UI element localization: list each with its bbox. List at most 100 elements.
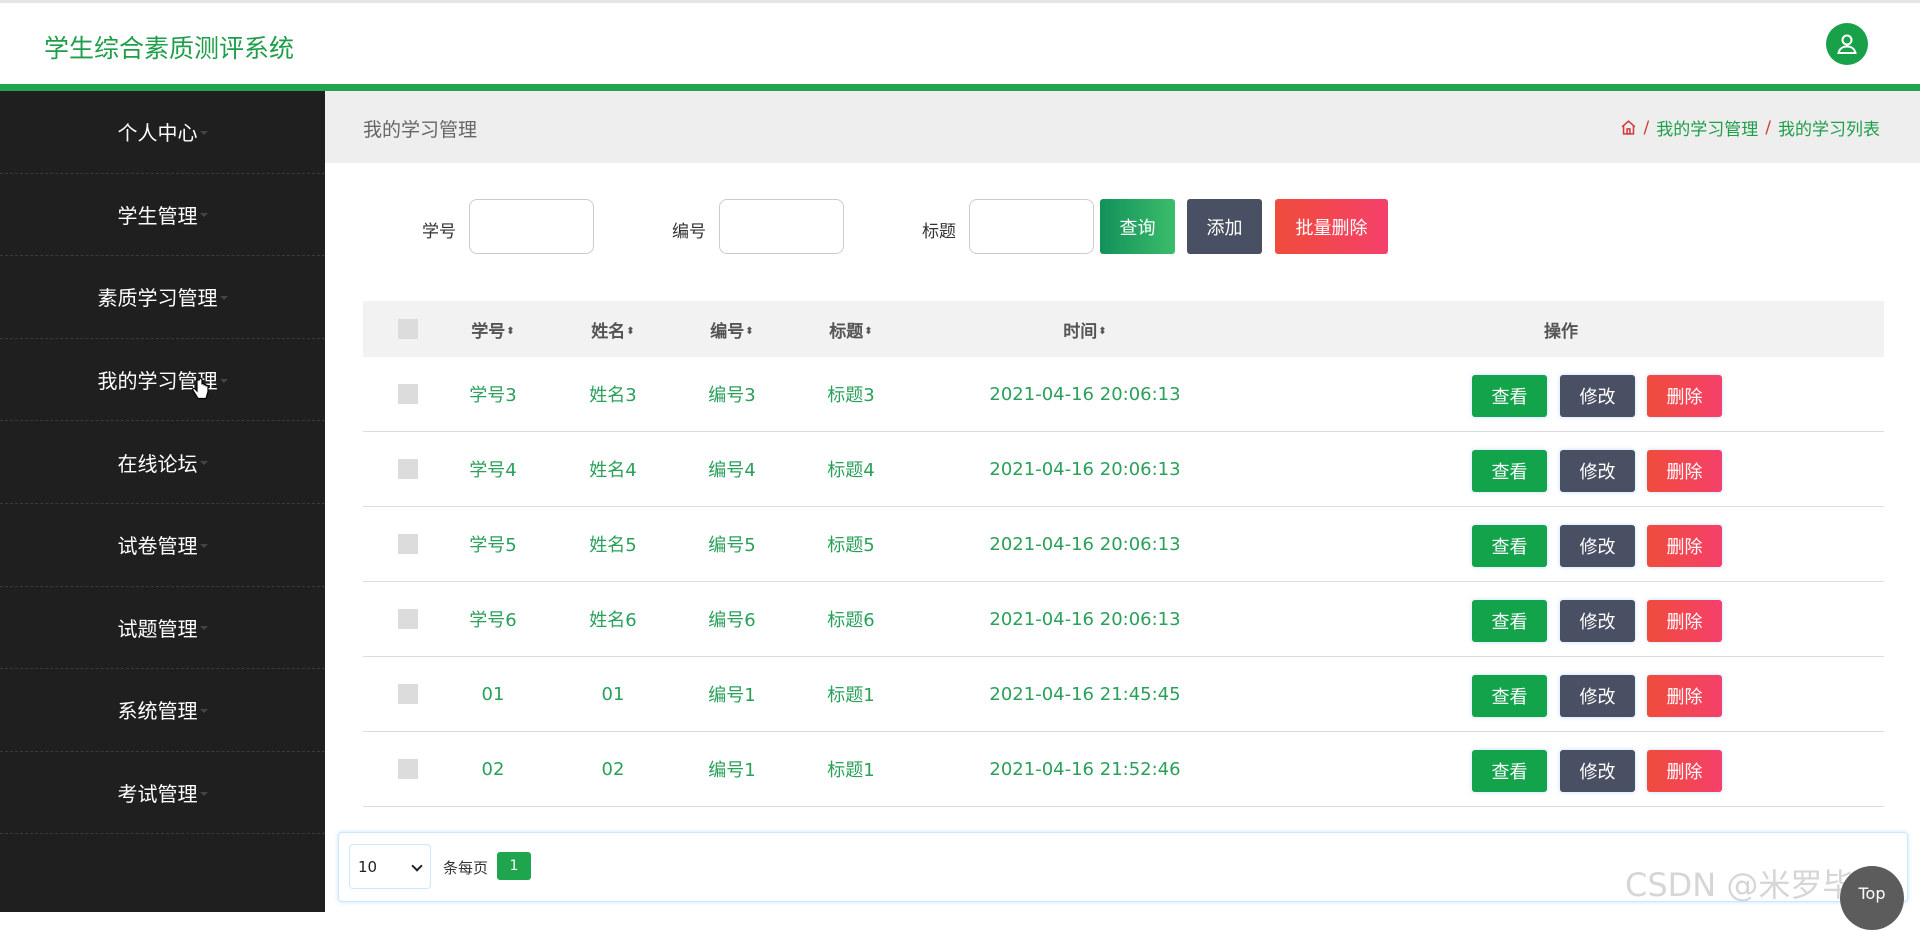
- row-checkbox[interactable]: [398, 759, 418, 779]
- student-id-label: 学号: [422, 222, 456, 242]
- sidebar-item[interactable]: 系统管理: [0, 669, 325, 752]
- sidebar-item[interactable]: 考试管理: [0, 752, 325, 835]
- app-header: 学生综合素质测评系统: [0, 3, 1920, 84]
- cell-title: 标题6: [827, 610, 875, 631]
- edit-button[interactable]: 修改: [1560, 675, 1635, 717]
- student-id-input[interactable]: [469, 199, 594, 254]
- table-body: 学号3 姓名3 编号3 标题3 2021-04-16 20:06:13 查看 修改 删除 学号4…: [363, 357, 1884, 807]
- sidebar-item[interactable]: 在线论坛: [0, 421, 325, 504]
- sidebar-item[interactable]: 素质学习管理: [0, 256, 325, 339]
- view-button[interactable]: 查看: [1472, 675, 1547, 717]
- caret-down-icon: [199, 626, 208, 631]
- caret-down-icon: [219, 378, 228, 383]
- view-button[interactable]: 查看: [1472, 600, 1547, 642]
- add-button[interactable]: 添加: [1187, 199, 1262, 254]
- cell-name: 姓名5: [589, 535, 637, 556]
- cell-title: 标题3: [827, 385, 875, 406]
- cell-student-id: 学号4: [469, 460, 517, 481]
- sidebar-item[interactable]: 个人中心: [0, 91, 325, 174]
- view-button[interactable]: 查看: [1472, 750, 1547, 792]
- breadcrumb-item[interactable]: 我的学习管理: [1656, 115, 1758, 140]
- column-header-title[interactable]: 标题⬍: [821, 317, 881, 342]
- cell-number: 编号5: [708, 535, 756, 556]
- caret-down-icon: [199, 213, 208, 218]
- row-checkbox[interactable]: [398, 684, 418, 704]
- edit-button[interactable]: 修改: [1560, 525, 1635, 567]
- home-icon[interactable]: [1620, 119, 1637, 136]
- delete-button[interactable]: 删除: [1647, 450, 1722, 492]
- cell-name: 01: [601, 683, 625, 705]
- table-row: 学号4 姓名4 编号4 标题4 2021-04-16 20:06:13 查看 修改 删除: [363, 432, 1884, 507]
- select-all-checkbox[interactable]: [398, 319, 418, 339]
- back-to-top-button[interactable]: Top: [1840, 866, 1904, 930]
- sidebar-item[interactable]: 我的学习管理: [0, 339, 325, 422]
- table-row: 01 01 编号1 标题1 2021-04-16 21:45:45 查看 修改 删除: [363, 657, 1884, 732]
- page-size-label: 条每页: [443, 859, 489, 877]
- sidebar-item[interactable]: 学生管理: [0, 174, 325, 257]
- cell-student-id: 02: [481, 758, 505, 780]
- column-header-number[interactable]: 编号⬍: [702, 317, 762, 342]
- cell-number: 编号6: [708, 610, 756, 631]
- batch-delete-button[interactable]: 批量删除: [1275, 199, 1388, 254]
- row-checkbox[interactable]: [398, 459, 418, 479]
- row-checkbox[interactable]: [398, 384, 418, 404]
- page-number-button[interactable]: 1: [497, 852, 531, 880]
- cell-title: 标题5: [827, 535, 875, 556]
- cell-student-id: 学号5: [469, 535, 517, 556]
- sidebar-item-label: 系统管理: [117, 699, 198, 724]
- caret-down-icon: [199, 461, 208, 466]
- cell-number: 编号1: [708, 685, 756, 706]
- breadcrumb-separator: /: [1643, 117, 1650, 138]
- edit-button[interactable]: 修改: [1560, 450, 1635, 492]
- sidebar-item[interactable]: 试卷管理: [0, 504, 325, 587]
- edit-button[interactable]: 修改: [1560, 600, 1635, 642]
- table-row: 学号5 姓名5 编号5 标题5 2021-04-16 20:06:13 查看 修改 删除: [363, 507, 1884, 582]
- search-form: 学号 编号 标题 查询 添加 批量删除: [363, 199, 1563, 255]
- view-button[interactable]: 查看: [1472, 525, 1547, 567]
- breadcrumb-separator: /: [1765, 117, 1771, 138]
- row-checkbox[interactable]: [398, 609, 418, 629]
- sidebar-item-label: 考试管理: [117, 782, 198, 807]
- cell-number: 编号1: [708, 760, 756, 781]
- cell-name: 姓名3: [589, 385, 637, 406]
- app-title: 学生综合素质测评系统: [44, 34, 295, 63]
- cell-time: 2021-04-16 21:52:46: [989, 758, 1181, 780]
- sidebar-item-label: 在线论坛: [117, 451, 198, 476]
- column-header-actions: 操作: [1544, 321, 1578, 342]
- delete-button[interactable]: 删除: [1647, 750, 1722, 792]
- user-avatar-button[interactable]: [1826, 23, 1868, 65]
- page-size-select[interactable]: 10: [349, 844, 431, 889]
- sidebar-item[interactable]: 试题管理: [0, 587, 325, 670]
- delete-button[interactable]: 删除: [1647, 525, 1722, 567]
- cell-name: 姓名4: [589, 460, 637, 481]
- query-button[interactable]: 查询: [1100, 199, 1175, 254]
- sidebar-item-label: 素质学习管理: [97, 286, 218, 311]
- cell-student-id: 01: [481, 683, 505, 705]
- table-row: 学号3 姓名3 编号3 标题3 2021-04-16 20:06:13 查看 修改 删除: [363, 357, 1884, 432]
- title-input[interactable]: [969, 199, 1094, 254]
- breadcrumb-item[interactable]: 我的学习列表: [1778, 115, 1880, 140]
- sort-icon: ⬍: [745, 326, 754, 337]
- number-label: 编号: [672, 222, 706, 242]
- view-button[interactable]: 查看: [1472, 375, 1547, 417]
- edit-button[interactable]: 修改: [1560, 375, 1635, 417]
- number-input[interactable]: [719, 199, 844, 254]
- column-header-time[interactable]: 时间⬍: [1035, 317, 1135, 342]
- view-button[interactable]: 查看: [1472, 450, 1547, 492]
- delete-button[interactable]: 删除: [1647, 600, 1722, 642]
- row-checkbox[interactable]: [398, 534, 418, 554]
- delete-button[interactable]: 删除: [1647, 375, 1722, 417]
- sidebar-item-label: 个人中心: [117, 121, 198, 146]
- column-header-name[interactable]: 姓名⬍: [583, 317, 643, 342]
- caret-down-icon: [199, 708, 208, 713]
- sort-icon: ⬍: [506, 326, 515, 337]
- breadcrumb-bar: 我的学习管理 / 我的学习管理 / 我的学习列表: [325, 91, 1920, 163]
- cell-name: 姓名6: [589, 610, 637, 631]
- column-header-student-id[interactable]: 学号⬍: [463, 317, 523, 342]
- table-header: 学号⬍ 姓名⬍ 编号⬍ 标题⬍ 时间⬍ 操作: [363, 301, 1884, 357]
- cell-student-id: 学号3: [469, 385, 517, 406]
- chevron-down-icon: [411, 860, 423, 872]
- edit-button[interactable]: 修改: [1560, 750, 1635, 792]
- delete-button[interactable]: 删除: [1647, 675, 1722, 717]
- cell-title: 标题1: [827, 760, 875, 781]
